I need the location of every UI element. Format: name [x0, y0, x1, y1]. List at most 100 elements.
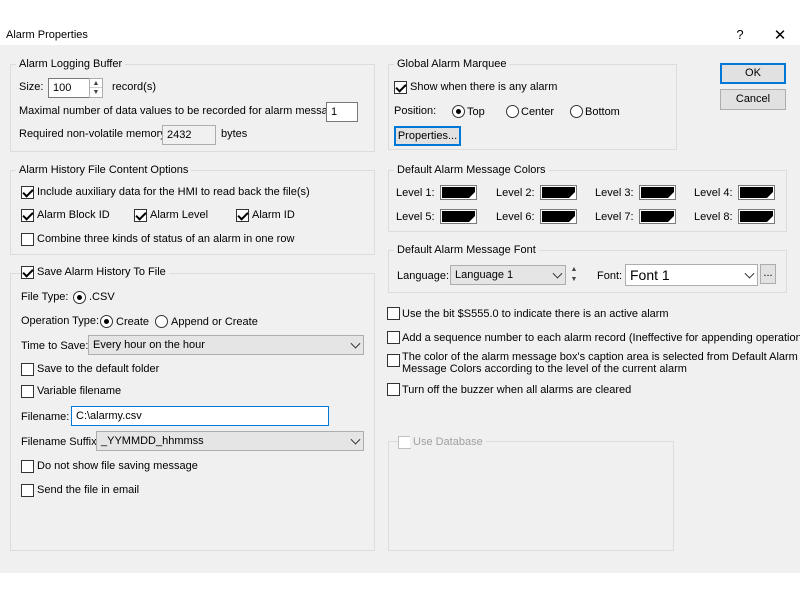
- language-spinner[interactable]: ▲ ▼: [567, 265, 581, 285]
- max-values-label: Maximal number of data values to be reco…: [19, 105, 349, 117]
- dropdown-arrow-icon: [767, 216, 773, 222]
- language-value: Language 1: [455, 269, 514, 281]
- cancel-button[interactable]: Cancel: [720, 89, 786, 110]
- chevron-down-icon: [552, 268, 563, 279]
- language-select[interactable]: Language 1: [450, 265, 566, 285]
- color-level-swatch[interactable]: [440, 209, 477, 224]
- alarm-level-label: Alarm Level: [150, 209, 209, 221]
- no-save-message-label: Do not show file saving message: [37, 460, 198, 472]
- chevron-down-icon: [350, 338, 361, 349]
- color-level-label: Level 5:: [396, 211, 435, 223]
- chevron-down-icon: [744, 268, 755, 279]
- color-level-swatch[interactable]: [639, 209, 676, 224]
- dropdown-arrow-icon: [668, 216, 674, 222]
- file-type-csv-label: .CSV: [89, 291, 115, 303]
- ok-button[interactable]: OK: [720, 63, 786, 84]
- font-label: Font:: [597, 270, 623, 282]
- op-create-radio[interactable]: [100, 315, 113, 328]
- active-alarm-bit-checkbox[interactable]: [387, 307, 400, 320]
- combine-status-checkbox[interactable]: [21, 233, 34, 246]
- default-folder-checkbox[interactable]: [21, 363, 34, 376]
- color-level-label: Level 7:: [595, 211, 634, 223]
- memory-value: 2432: [162, 125, 216, 145]
- font-value: Font 1: [630, 267, 670, 283]
- save-history-checkbox[interactable]: [21, 266, 34, 279]
- marquee-show-checkbox[interactable]: [394, 81, 407, 94]
- color-level-swatch[interactable]: [738, 209, 775, 224]
- color-level-label: Level 6:: [496, 211, 535, 223]
- time-to-save-label: Time to Save:: [21, 340, 89, 352]
- aux-data-checkbox[interactable]: [21, 186, 34, 199]
- combine-status-label: Combine three kinds of status of an alar…: [37, 233, 295, 245]
- color-level-label: Level 3:: [595, 187, 634, 199]
- marquee-properties-button[interactable]: Properties...: [394, 126, 461, 146]
- buzzer-off-checkbox[interactable]: [387, 383, 400, 396]
- memory-unit: bytes: [221, 128, 248, 140]
- variable-filename-label: Variable filename: [37, 385, 122, 397]
- dropdown-arrow-icon: [469, 192, 475, 198]
- variable-filename-checkbox[interactable]: [21, 385, 34, 398]
- dropdown-arrow-icon: [569, 216, 575, 222]
- alarm-id-label: Alarm ID: [252, 209, 295, 221]
- marquee-show-label: Show when there is any alarm: [410, 81, 558, 93]
- dropdown-arrow-icon: [469, 216, 475, 222]
- title-bar: Alarm Properties ? ✕: [0, 0, 800, 45]
- font-select[interactable]: Font 1: [625, 264, 758, 286]
- position-top-radio[interactable]: [452, 105, 465, 118]
- window-title: Alarm Properties: [6, 29, 88, 41]
- file-type-label: File Type:: [21, 291, 69, 303]
- op-append-label: Append or Create: [171, 316, 258, 328]
- color-level-swatch[interactable]: [540, 209, 577, 224]
- close-icon[interactable]: ✕: [770, 26, 790, 44]
- position-bottom-radio[interactable]: [570, 105, 583, 118]
- color-level-label: Level 2:: [496, 187, 535, 199]
- caption-color-label-line2: Message Colors according to the level of…: [402, 363, 687, 375]
- font-more-button[interactable]: ...: [760, 264, 776, 284]
- filename-input[interactable]: C:\alarmy.csv: [71, 406, 329, 426]
- op-append-radio[interactable]: [155, 315, 168, 328]
- position-top-label: Top: [467, 106, 485, 118]
- time-to-save-select[interactable]: Every hour on the hour: [88, 335, 364, 355]
- position-label: Position:: [394, 105, 437, 117]
- active-alarm-bit-label: Use the bit $S555.0 to indicate there is…: [402, 308, 669, 320]
- send-email-checkbox[interactable]: [21, 484, 34, 497]
- aux-data-label: Include auxiliary data for the HMI to re…: [37, 186, 310, 198]
- default-folder-label: Save to the default folder: [37, 363, 160, 375]
- position-bottom-label: Bottom: [585, 106, 620, 118]
- alarm-level-checkbox[interactable]: [134, 209, 147, 222]
- alarm-block-id-checkbox[interactable]: [21, 209, 34, 222]
- filename-suffix-label: Filename Suffix:: [21, 436, 100, 448]
- chevron-down-icon: [350, 434, 361, 445]
- color-level-swatch[interactable]: [738, 185, 775, 200]
- position-center-radio[interactable]: [506, 105, 519, 118]
- caption-color-label-line1: The color of the alarm message box's cap…: [402, 351, 798, 363]
- alarm-id-checkbox[interactable]: [236, 209, 249, 222]
- filename-label: Filename:: [21, 411, 70, 423]
- color-level-label: Level 1:: [396, 187, 435, 199]
- filename-suffix-value: _YYMMDD_hhmmss: [101, 435, 204, 447]
- help-icon[interactable]: ?: [732, 27, 748, 42]
- no-save-message-checkbox[interactable]: [21, 460, 34, 473]
- max-values-input[interactable]: 1: [326, 102, 358, 122]
- group-title: Default Alarm Message Font: [394, 244, 539, 256]
- database-group: [388, 441, 674, 551]
- dropdown-arrow-icon: [767, 192, 773, 198]
- file-type-csv-radio[interactable]: [73, 291, 86, 304]
- caption-color-checkbox[interactable]: [387, 354, 400, 367]
- dropdown-arrow-icon: [569, 192, 575, 198]
- dropdown-arrow-icon: [668, 192, 674, 198]
- operation-type-label: Operation Type:: [21, 315, 100, 327]
- filename-suffix-select[interactable]: _YYMMDD_hhmmss: [96, 431, 364, 451]
- color-level-swatch[interactable]: [540, 185, 577, 200]
- save-history-label: Save Alarm History To File: [34, 266, 169, 278]
- color-level-swatch[interactable]: [440, 185, 477, 200]
- size-label: Size:: [19, 81, 44, 93]
- group-title: Alarm History File Content Options: [16, 164, 192, 176]
- color-level-swatch[interactable]: [639, 185, 676, 200]
- use-database-label: Use Database: [410, 436, 486, 448]
- size-spinner[interactable]: ▲ ▼: [89, 78, 103, 98]
- size-input[interactable]: 100: [48, 78, 90, 98]
- memory-label: Required non-volatile memory:: [19, 128, 169, 140]
- sequence-number-checkbox[interactable]: [387, 331, 400, 344]
- time-to-save-value: Every hour on the hour: [93, 339, 205, 351]
